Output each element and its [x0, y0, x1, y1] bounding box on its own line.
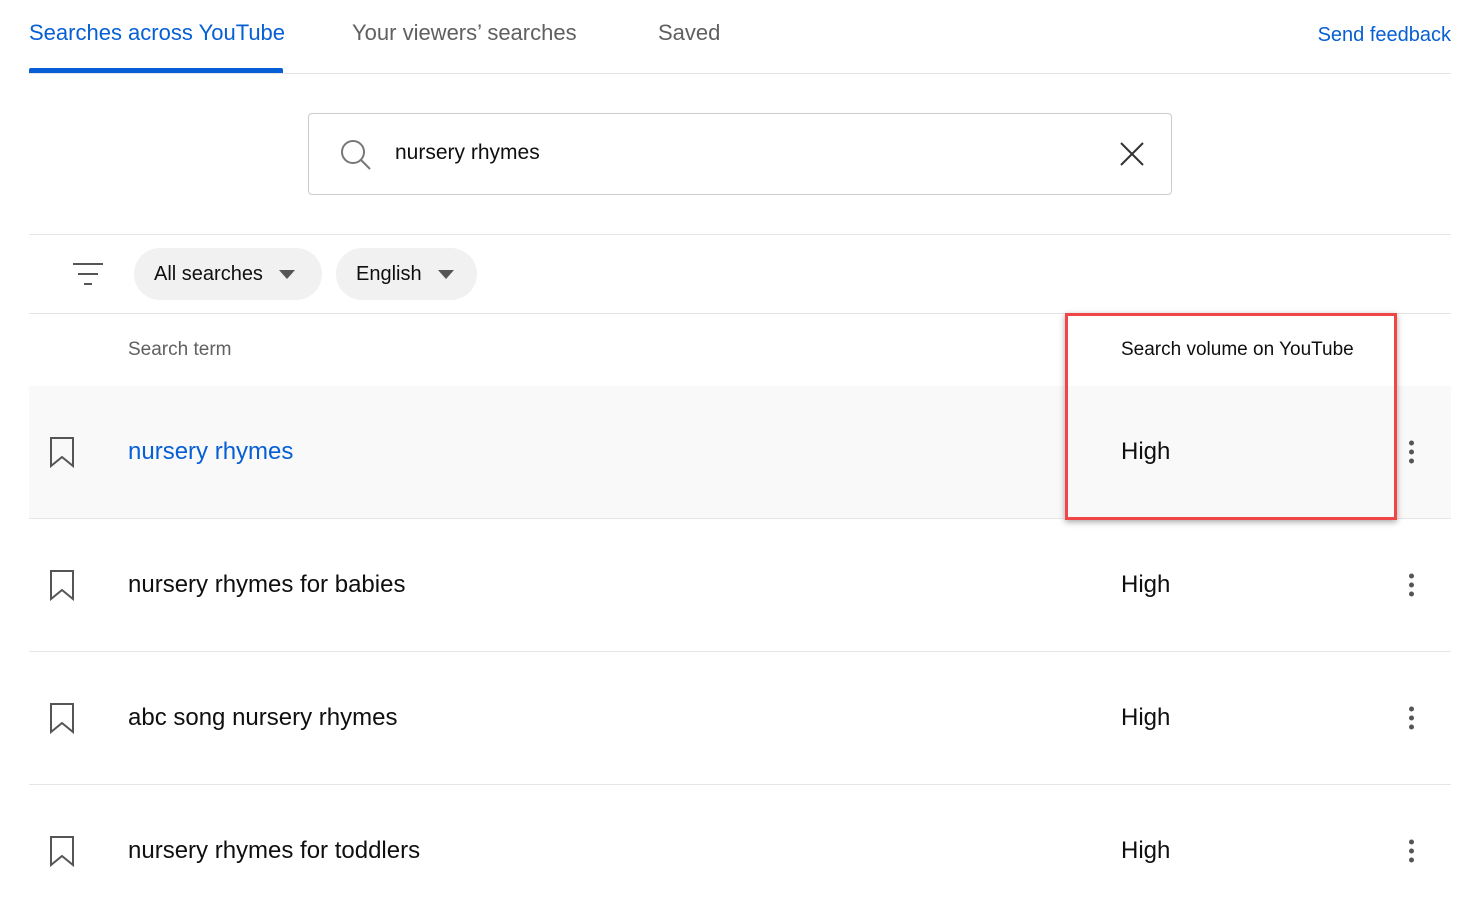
- chevron-down-icon: [278, 269, 295, 279]
- search-volume: High: [1121, 837, 1171, 864]
- highlight-box: [1065, 313, 1397, 520]
- search-icon: [341, 140, 371, 170]
- tab-your-viewers-searches[interactable]: Your viewers’ searches: [352, 20, 577, 46]
- search-term[interactable]: nursery rhymes for babies: [128, 571, 405, 599]
- more-options-icon[interactable]: [1409, 706, 1414, 730]
- table-row[interactable]: abc song nursery rhymes High: [29, 652, 1451, 784]
- search-term[interactable]: nursery rhymes: [128, 438, 293, 466]
- divider: [29, 73, 1451, 74]
- more-options-icon[interactable]: [1409, 573, 1414, 597]
- all-searches-dropdown[interactable]: All searches: [134, 248, 322, 300]
- search-term[interactable]: abc song nursery rhymes: [128, 704, 397, 732]
- table-row[interactable]: nursery rhymes for toddlers High: [29, 785, 1451, 917]
- language-dropdown[interactable]: English: [336, 248, 477, 300]
- search-query[interactable]: nursery rhymes: [395, 141, 540, 165]
- more-options-icon[interactable]: [1409, 440, 1414, 464]
- tab-searches-across-youtube[interactable]: Searches across YouTube: [29, 20, 285, 46]
- table-row[interactable]: nursery rhymes for babies High: [29, 519, 1451, 651]
- tab-saved[interactable]: Saved: [658, 20, 720, 46]
- bookmark-icon[interactable]: [49, 835, 75, 867]
- filter-icon[interactable]: [72, 262, 104, 286]
- bookmark-icon[interactable]: [49, 569, 75, 601]
- close-icon[interactable]: [1119, 141, 1145, 167]
- search-volume: High: [1121, 571, 1171, 598]
- chip-label: All searches: [154, 262, 263, 285]
- send-feedback-link[interactable]: Send feedback: [1318, 24, 1451, 47]
- bookmark-icon[interactable]: [49, 436, 75, 468]
- divider: [29, 234, 1451, 235]
- search-volume: High: [1121, 704, 1171, 731]
- column-header-search-term: Search term: [128, 339, 232, 360]
- search-input[interactable]: nursery rhymes: [308, 113, 1172, 195]
- search-term[interactable]: nursery rhymes for toddlers: [128, 837, 420, 865]
- bookmark-icon[interactable]: [49, 702, 75, 734]
- chip-label: English: [356, 262, 422, 285]
- chevron-down-icon: [437, 269, 454, 279]
- more-options-icon[interactable]: [1409, 839, 1414, 863]
